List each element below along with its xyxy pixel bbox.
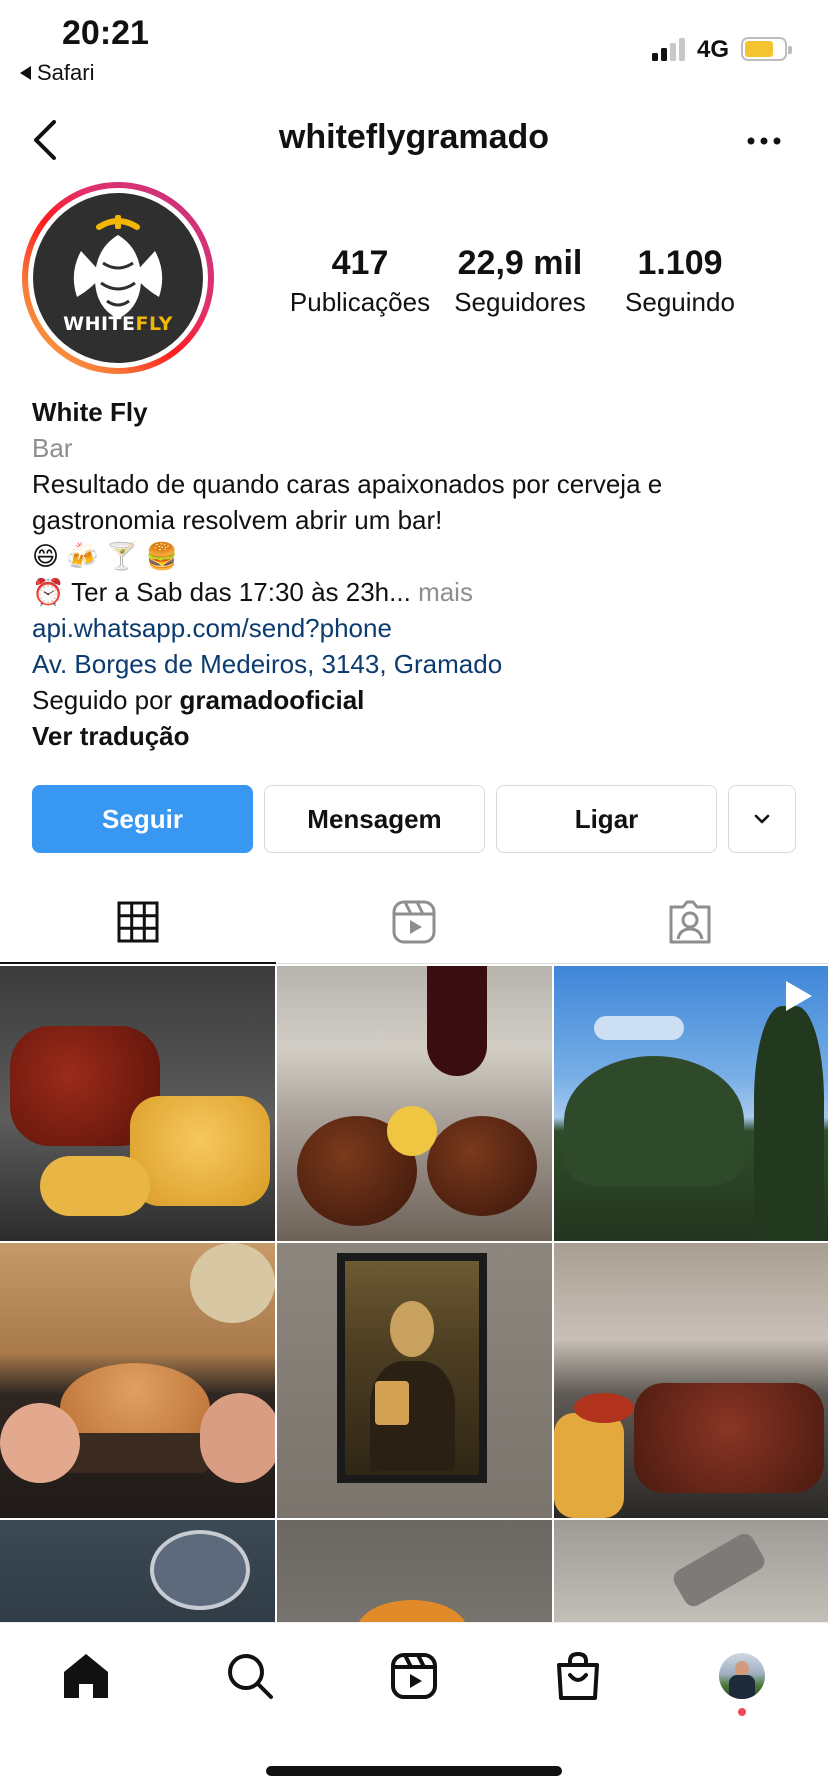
stat-following-value: 1.109 bbox=[637, 244, 723, 282]
back-chevron-icon[interactable] bbox=[30, 118, 64, 162]
tab-tagged[interactable] bbox=[552, 880, 828, 964]
grid-post-mona-lisa-painting[interactable] bbox=[277, 1243, 552, 1518]
bio-hours-line: ⏰ Ter a Sab das 17:30 às 23h... mais bbox=[32, 574, 812, 610]
nav-search[interactable] bbox=[222, 1648, 278, 1704]
profile-bio: White Fly Bar Resultado de quando caras … bbox=[32, 394, 812, 754]
nav-home[interactable] bbox=[58, 1648, 114, 1704]
stat-followers-value: 22,9 mil bbox=[457, 244, 583, 282]
followed-by-line[interactable]: Seguido por gramadooficial bbox=[32, 682, 812, 718]
bio-emojis: 😄 🍻 🍸 🍔 bbox=[32, 541, 178, 571]
status-time: 20:21 bbox=[62, 14, 149, 52]
bio-more-link[interactable]: mais bbox=[418, 577, 473, 607]
grid-post-chicken-lollipops[interactable] bbox=[0, 966, 275, 1241]
bio-whatsapp-link[interactable]: api.whatsapp.com/send?phone bbox=[32, 610, 812, 646]
home-indicator bbox=[266, 1766, 562, 1776]
stat-followers-label: Seguidores bbox=[454, 287, 586, 317]
bio-description: Resultado de quando caras apaixonados po… bbox=[32, 469, 663, 535]
avatar-logo-text-white: WHITE bbox=[63, 313, 136, 335]
reels-icon bbox=[391, 1653, 437, 1699]
back-to-app-link[interactable]: Safari bbox=[20, 60, 94, 86]
grid-icon bbox=[117, 901, 159, 943]
search-icon bbox=[228, 1654, 273, 1699]
hop-logo-icon bbox=[73, 215, 163, 319]
followed-by-user[interactable]: gramadooficial bbox=[179, 685, 364, 715]
own-avatar bbox=[719, 1653, 765, 1699]
signal-icon bbox=[652, 38, 685, 61]
notification-dot bbox=[738, 1708, 746, 1716]
stat-following-label: Seguindo bbox=[625, 287, 735, 317]
stat-posts-value: 417 bbox=[331, 244, 389, 282]
profile-avatar[interactable]: WHITEFLY bbox=[22, 182, 214, 374]
grid-post-brisket[interactable] bbox=[554, 1243, 828, 1518]
nav-reels[interactable] bbox=[386, 1648, 442, 1704]
active-tab-indicator bbox=[0, 962, 276, 964]
tagged-icon bbox=[669, 900, 711, 944]
grid-post-araucaria-trees[interactable] bbox=[554, 966, 828, 1241]
profile-category: Bar bbox=[32, 433, 73, 463]
posts-grid bbox=[0, 966, 828, 1622]
back-triangle-icon bbox=[20, 66, 31, 80]
home-icon bbox=[64, 1654, 108, 1698]
chevron-down-icon bbox=[754, 814, 770, 824]
more-options-icon[interactable] bbox=[744, 124, 784, 158]
follow-button[interactable]: Seguir bbox=[32, 785, 253, 853]
grid-post-whitefly-sign[interactable] bbox=[0, 1520, 275, 1622]
shopping-bag-icon bbox=[557, 1651, 599, 1700]
call-button[interactable]: Ligar bbox=[496, 785, 717, 853]
grid-post-burger[interactable] bbox=[0, 1243, 275, 1518]
suggested-dropdown-button[interactable] bbox=[728, 785, 796, 853]
nav-shop[interactable] bbox=[550, 1648, 606, 1704]
network-type: 4G bbox=[697, 36, 730, 63]
grid-post-key-on-stone[interactable] bbox=[554, 1520, 828, 1622]
profile-display-name: White Fly bbox=[32, 397, 148, 427]
nav-profile[interactable] bbox=[714, 1648, 770, 1704]
bio-address-link[interactable]: Av. Borges de Medeiros, 3143, Gramado bbox=[32, 646, 812, 682]
see-translation-link[interactable]: Ver tradução bbox=[32, 718, 812, 754]
stat-posts-label: Publicações bbox=[289, 287, 431, 317]
video-play-icon bbox=[786, 981, 812, 1011]
reels-icon bbox=[392, 900, 436, 944]
stat-posts[interactable]: 417 Publicações bbox=[285, 244, 435, 318]
stat-following[interactable]: 1.109 Seguindo bbox=[605, 244, 755, 318]
avatar-logo-text-fly: FLY bbox=[135, 313, 173, 335]
stat-followers[interactable]: 22,9 mil Seguidores bbox=[445, 244, 595, 318]
battery-icon bbox=[741, 37, 792, 61]
message-button[interactable]: Mensagem bbox=[264, 785, 485, 853]
profile-username: whiteflygramado bbox=[278, 118, 550, 156]
grid-post-chocolate-dessert[interactable] bbox=[277, 966, 552, 1241]
followed-by-prefix: Seguido por bbox=[32, 685, 173, 715]
tab-posts-grid[interactable] bbox=[0, 880, 276, 964]
bio-hours: Ter a Sab das 17:30 às 23h... bbox=[71, 577, 411, 607]
grid-post-dim-photo[interactable] bbox=[277, 1520, 552, 1622]
tab-reels[interactable] bbox=[276, 880, 552, 964]
alarm-clock-icon: ⏰ bbox=[32, 577, 65, 607]
back-app-label: Safari bbox=[37, 60, 95, 85]
